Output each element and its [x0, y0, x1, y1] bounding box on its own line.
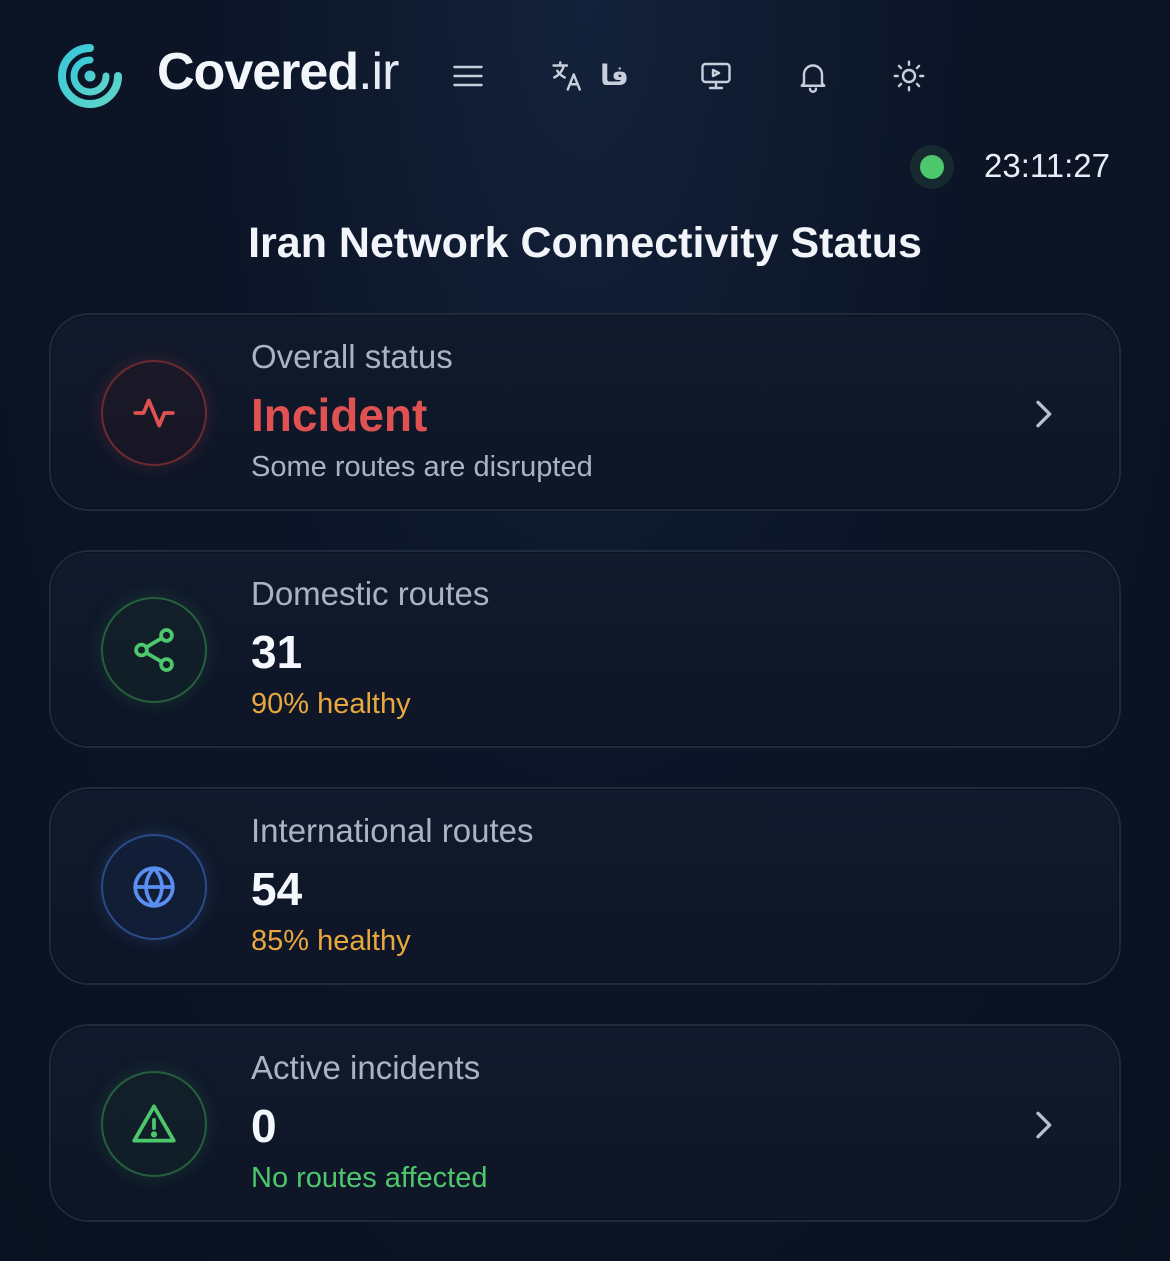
card-label: International routes: [251, 812, 534, 849]
domestic-health: 90% healthy: [251, 688, 411, 720]
chevron-right-icon[interactable]: [1023, 394, 1063, 434]
language-toggle[interactable]: فا: [600, 52, 629, 100]
international-health: 85% healthy: [251, 925, 411, 957]
overall-status-value: Incident: [251, 389, 428, 441]
bell-icon[interactable]: [789, 52, 837, 100]
connection-status-indicator: [910, 145, 954, 189]
pulse-icon: [101, 360, 207, 466]
domestic-routes-count: 31: [251, 626, 303, 678]
translate-icon[interactable]: [543, 52, 591, 100]
theme-toggle-icon[interactable]: [885, 52, 933, 100]
brand-name[interactable]: Covered.ir: [157, 42, 399, 102]
active-incidents-card[interactable]: Active incidents 0 No routes affected: [49, 1024, 1121, 1222]
incidents-subtitle: No routes affected: [251, 1162, 488, 1194]
brand-main: Covered: [157, 43, 359, 101]
international-routes-card: International routes 54 85% healthy: [49, 787, 1121, 985]
logo-icon[interactable]: [56, 42, 124, 110]
card-label: Overall status: [251, 338, 453, 375]
clock: 23:11:27: [984, 147, 1111, 184]
share-icon: [101, 597, 207, 703]
presentation-icon[interactable]: [692, 52, 740, 100]
top-bar: Covered.ir فا 23:11:27: [0, 0, 1170, 189]
chevron-right-icon[interactable]: [1023, 1105, 1063, 1145]
status-dot: [920, 155, 944, 179]
brand-tld: .ir: [358, 43, 399, 101]
globe-icon: [101, 834, 207, 940]
international-routes-count: 54: [251, 863, 303, 915]
warning-icon: [101, 1071, 207, 1177]
card-label: Domestic routes: [251, 575, 490, 612]
page-title: Iran Network Connectivity Status: [248, 219, 922, 267]
domestic-routes-card: Domestic routes 31 90% healthy: [49, 550, 1121, 748]
overall-status-card[interactable]: Overall status Incident Some routes are …: [49, 313, 1121, 511]
active-incidents-count: 0: [251, 1100, 277, 1152]
page: Covered.ir فا 23:11:27 Iran Network Conn…: [0, 0, 1170, 1261]
card-label: Active incidents: [251, 1049, 481, 1086]
card-subtitle: Some routes are disrupted: [251, 451, 593, 483]
menu-icon[interactable]: [444, 52, 492, 100]
